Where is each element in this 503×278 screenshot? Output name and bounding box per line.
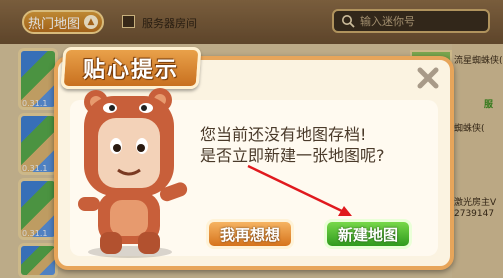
dialog-message-line2: 是否立即新建一张地图呢?	[200, 146, 385, 165]
close-icon	[417, 67, 439, 89]
bear-mascot-image	[78, 88, 188, 258]
dialog-message: 您当前还没有地图存档! 是否立即新建一张地图呢?	[200, 124, 430, 166]
close-button[interactable]	[414, 64, 442, 92]
dialog-title: 贴心提示	[82, 58, 179, 83]
think-again-button[interactable]: 我再想想	[206, 219, 294, 249]
dialog-message-line1: 您当前还没有地图存档!	[200, 125, 367, 144]
new-map-button[interactable]: 新建地图	[324, 219, 412, 249]
